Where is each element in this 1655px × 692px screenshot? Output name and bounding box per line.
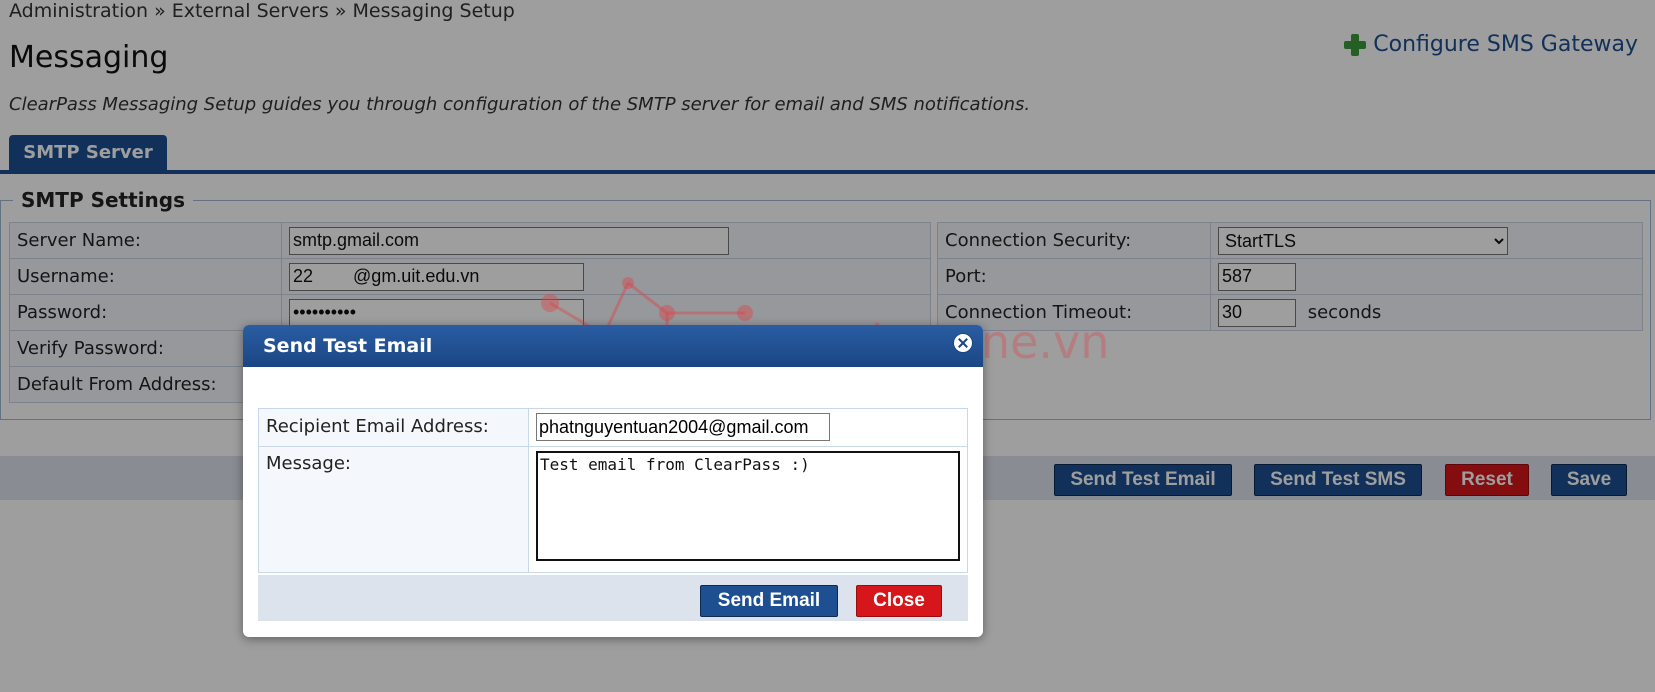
recipient-email-label: Recipient Email Address: [258,408,529,447]
dialog-title: Send Test Email [243,325,983,367]
recipient-email-input[interactable] [536,413,830,441]
message-row: Message: Test email from ClearPass :) [258,446,968,573]
send-email-button[interactable]: Send Email [700,585,838,617]
message-label: Message: [258,446,529,573]
test-email-form-table: Recipient Email Address: Message: Test e… [258,408,968,573]
close-button[interactable]: Close [856,585,942,617]
send-test-email-dialog: Send Test Email Recipient Email Address:… [243,325,983,637]
recipient-row: Recipient Email Address: [258,408,968,447]
message-textarea[interactable]: Test email from ClearPass :) [536,451,960,561]
close-icon[interactable] [953,333,973,353]
